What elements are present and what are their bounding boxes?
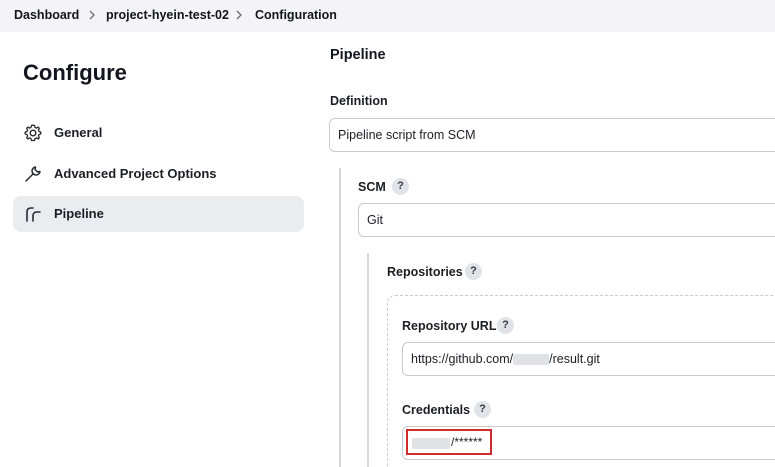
breadcrumb-configuration[interactable]: Configuration	[255, 8, 337, 22]
scm-label: SCM	[358, 180, 386, 194]
definition-value: Pipeline script from SCM	[338, 128, 476, 142]
section-indent-line	[339, 168, 341, 467]
repository-url-input[interactable]: https://github.com/ /result.git	[402, 342, 775, 376]
scm-indent-line	[367, 253, 369, 467]
sidebar-item-pipeline[interactable]: Pipeline	[13, 196, 304, 232]
credentials-highlight[interactable]: /******	[406, 429, 492, 455]
scm-value: Git	[367, 213, 383, 227]
repository-url-prefix: https://github.com/	[411, 352, 514, 366]
sidebar-item-label: Advanced Project Options	[54, 166, 217, 181]
wrench-icon	[23, 164, 43, 184]
repositories-label: Repositories	[387, 265, 463, 279]
repository-url-value: https://github.com/ /result.git	[411, 352, 600, 366]
redacted-credential-user	[412, 438, 450, 449]
breadcrumb-dashboard[interactable]: Dashboard	[14, 8, 79, 22]
credentials-help-icon[interactable]: ?	[474, 401, 491, 418]
sidebar-item-advanced-project-options[interactable]: Advanced Project Options	[13, 156, 304, 192]
repository-url-suffix: /result.git	[549, 352, 600, 366]
credentials-value: /******	[451, 435, 483, 449]
repository-url-help-icon[interactable]: ?	[497, 317, 514, 334]
chevron-right-icon	[87, 9, 97, 21]
scm-help-icon[interactable]: ?	[392, 178, 409, 195]
sidebar-item-label: Pipeline	[54, 206, 104, 221]
section-title-pipeline: Pipeline	[330, 47, 386, 63]
repositories-help-icon[interactable]: ?	[465, 263, 482, 280]
page-title: Configure	[23, 60, 127, 85]
definition-label: Definition	[330, 94, 388, 108]
sidebar-item-general[interactable]: General	[13, 115, 304, 151]
breadcrumb-project[interactable]: project-hyein-test-02	[106, 8, 229, 22]
repository-url-label: Repository URL	[402, 319, 497, 333]
breadcrumb: Dashboard project-hyein-test-02 Configur…	[0, 0, 775, 32]
gear-icon	[23, 123, 43, 143]
redacted-username	[513, 354, 550, 366]
chevron-right-icon	[234, 9, 244, 21]
pipeline-icon	[23, 204, 43, 224]
credentials-label: Credentials	[402, 403, 471, 417]
sidebar-item-label: General	[54, 125, 103, 140]
definition-select[interactable]: Pipeline script from SCM	[329, 118, 775, 152]
scm-select[interactable]: Git	[358, 203, 775, 237]
